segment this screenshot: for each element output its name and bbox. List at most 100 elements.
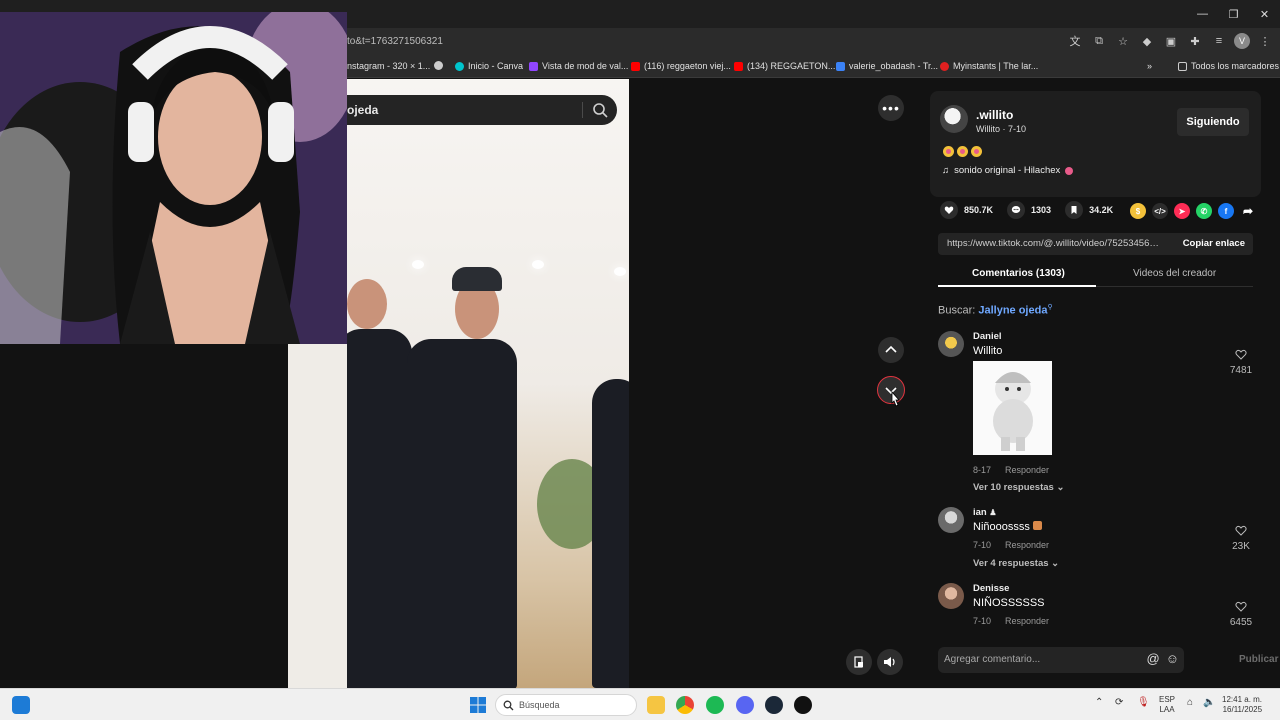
app-icon[interactable] — [12, 696, 30, 714]
copy-link-button[interactable]: Copiar enlace — [1183, 238, 1245, 249]
tracker-icon — [836, 61, 845, 71]
search-suggestion-link[interactable]: Jallyne ojeda — [978, 305, 1047, 317]
search-input[interactable]: ojeda — [347, 103, 378, 117]
webcam-overlay — [0, 12, 347, 344]
comment-avatar[interactable] — [938, 583, 964, 609]
bookmark-star-icon[interactable]: ☆ — [1114, 32, 1132, 50]
search-bar[interactable]: ojeda — [347, 95, 617, 125]
bookmark-canva[interactable]: Inicio - Canva — [455, 61, 523, 71]
previous-video-button[interactable] — [878, 337, 904, 363]
youtube-icon — [631, 61, 640, 71]
obs-icon[interactable] — [794, 696, 812, 714]
minimize-icon[interactable]: — — [1187, 0, 1218, 28]
network-icon[interactable]: ⌂ — [1187, 698, 1193, 708]
like-icon[interactable] — [940, 201, 958, 219]
microphone-icon[interactable]: 🎙 — [1137, 698, 1150, 708]
bookmark-instagram[interactable]: nstagram - 320 × 1... — [347, 61, 430, 71]
embed-icon[interactable]: </> — [1152, 203, 1168, 219]
maximize-icon[interactable]: ❐ — [1218, 0, 1249, 28]
comment-avatar[interactable] — [938, 331, 964, 357]
comment-meta: 8-17 Responder — [973, 465, 1050, 475]
share-arrow-icon[interactable]: ➦ — [1240, 203, 1256, 219]
taskbar-search[interactable]: Búsqueda — [495, 694, 637, 716]
video-player[interactable] — [347, 79, 629, 688]
whatsapp-icon[interactable]: ✆ — [1196, 203, 1212, 219]
more-options-button[interactable]: ••• — [878, 95, 904, 121]
comment-text: NIÑOSSSSSS — [973, 597, 1045, 609]
comment-like[interactable]: 7481 — [1226, 347, 1256, 376]
translate-icon[interactable]: 文 — [1066, 32, 1084, 50]
menu-icon[interactable]: ⋮ — [1256, 32, 1274, 50]
bookmarks-overflow-icon[interactable]: » — [1147, 61, 1152, 71]
heart-outline-icon — [1235, 525, 1247, 536]
comment-icon[interactable] — [1007, 201, 1026, 219]
canva-icon — [455, 61, 464, 71]
video-link[interactable]: https://www.tiktok.com/@.willito/video/7… — [947, 238, 1163, 249]
bookmark-twitch[interactable]: Vista de mod de val... — [529, 61, 628, 71]
search-suggestion: Buscar: Jallyne ojeda⚲ — [938, 304, 1053, 317]
publish-button[interactable]: Publicar — [1239, 654, 1278, 665]
install-app-icon[interactable]: ⧉ — [1090, 32, 1108, 50]
send-icon[interactable]: ➤ — [1174, 203, 1190, 219]
discord-icon[interactable] — [736, 696, 754, 714]
tab-comments[interactable]: Comentarios (1303) — [972, 268, 1065, 279]
windows-start-icon[interactable] — [469, 696, 487, 714]
comment-avatar[interactable] — [938, 507, 964, 533]
puzzle-icon[interactable]: ✚ — [1186, 32, 1204, 50]
bookmark-youtube-1[interactable]: (116) reggaeton viej... — [631, 61, 731, 71]
following-button[interactable]: Siguiendo — [1177, 108, 1249, 136]
person-left — [347, 329, 412, 688]
spotify-icon[interactable] — [706, 696, 724, 714]
search-icon — [503, 700, 514, 711]
extension-icon[interactable]: ◆ — [1138, 32, 1156, 50]
bookmark-globe[interactable] — [434, 61, 443, 70]
language-indicator[interactable]: ESP LAA — [1159, 695, 1175, 715]
steam-icon[interactable] — [765, 696, 783, 714]
chrome-icon[interactable] — [676, 696, 694, 714]
tray-chevron-icon[interactable]: ⌃ — [1095, 698, 1103, 708]
close-icon[interactable]: ✕ — [1249, 0, 1280, 28]
search-icon[interactable] — [591, 101, 609, 119]
comment-username[interactable]: Daniel — [973, 331, 1002, 342]
bookmark-tracker[interactable]: valerie_obadash - Tr... — [836, 61, 938, 71]
folder-icon — [1178, 61, 1187, 71]
file-explorer-icon[interactable] — [647, 696, 665, 714]
comment-like[interactable]: 6455 — [1226, 599, 1256, 628]
reply-button[interactable]: Responder — [1005, 616, 1049, 626]
emoji-picker-icon[interactable]: ☺ — [1166, 651, 1179, 666]
sound-link[interactable]: ♫ sonido original - Hilachex — [942, 165, 1074, 176]
ceiling-light — [614, 267, 626, 276]
media-icon[interactable]: ≡ — [1210, 32, 1228, 50]
volume-button[interactable] — [877, 649, 903, 675]
music-note-icon: ♫ — [942, 165, 950, 176]
view-replies-button[interactable]: Ver 4 respuestas ⌄ — [973, 558, 1059, 569]
floating-player-button[interactable] — [846, 649, 872, 675]
panel-tabs: Comentarios (1303) Videos del creador — [938, 265, 1253, 287]
profile-avatar[interactable]: V — [1234, 33, 1250, 49]
bookmark-youtube-2[interactable]: (134) REGGAETON... — [734, 61, 835, 71]
bookmark-myinstants[interactable]: Myinstants | The lar... — [940, 61, 1038, 71]
volume-icon[interactable]: 🔈 — [1203, 698, 1215, 708]
view-replies-button[interactable]: Ver 10 respuestas ⌄ — [973, 482, 1064, 493]
bookmark-icon[interactable] — [1065, 201, 1084, 219]
comment-input[interactable]: Agregar comentario... — [944, 654, 1040, 665]
reply-button[interactable]: Responder — [1005, 465, 1049, 475]
coin-share-icon[interactable]: $ — [1130, 203, 1146, 219]
tab-creator-videos[interactable]: Videos del creador — [1133, 268, 1216, 279]
mention-icon[interactable]: @ — [1147, 651, 1160, 666]
author-avatar[interactable] — [940, 105, 968, 133]
comment-like[interactable]: 23K — [1226, 523, 1256, 552]
screenshot-icon[interactable]: ▣ — [1162, 32, 1180, 50]
url-text[interactable]: to&t=1763271506321 — [347, 36, 443, 47]
all-bookmarks[interactable]: Todos los marcadores — [1178, 61, 1279, 71]
facebook-icon[interactable]: f — [1218, 203, 1234, 219]
reply-button[interactable]: Responder — [1005, 540, 1049, 550]
comment-username[interactable]: ian ♟ — [973, 507, 997, 518]
comment-username[interactable]: Denisse — [973, 583, 1009, 594]
emoji-icon — [957, 146, 968, 157]
clock[interactable]: 12:41 a. m. 16/11/2025 — [1222, 695, 1262, 715]
tray-sync-icon[interactable]: ⟳ — [1115, 698, 1123, 708]
comment-like-count: 6455 — [1229, 617, 1253, 628]
address-bar-actions: 文 ⧉ ☆ ◆ ▣ ✚ ≡ V ⋮ — [1066, 32, 1274, 50]
author-username[interactable]: .willito — [976, 108, 1013, 122]
